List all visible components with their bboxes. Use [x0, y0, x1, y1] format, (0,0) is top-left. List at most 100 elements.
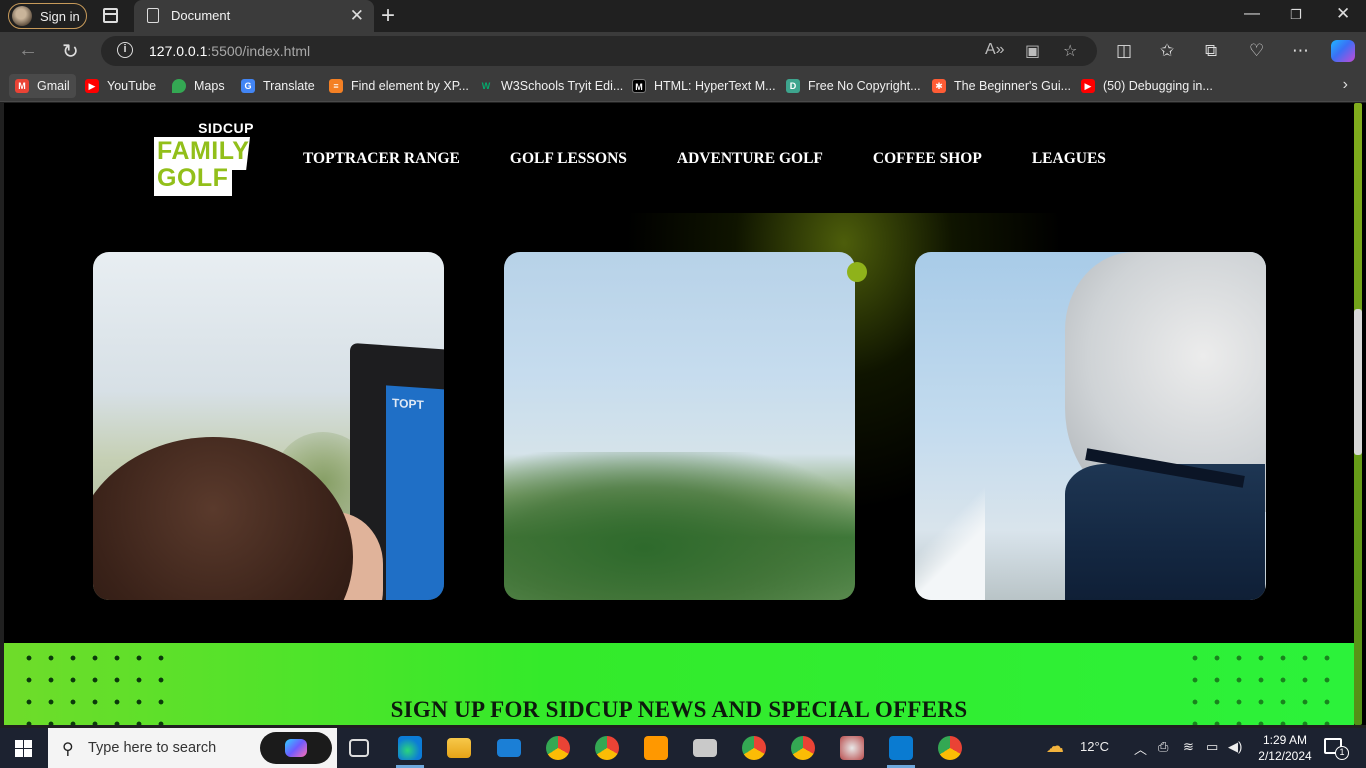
favorite-star-icon[interactable]: ☆	[1063, 41, 1077, 61]
gallery-image-golfer[interactable]	[915, 252, 1266, 600]
new-tab-icon[interactable]: +	[381, 2, 395, 30]
app-window-icon[interactable]	[693, 739, 717, 757]
edge-icon[interactable]	[398, 736, 422, 760]
bookmark-mdn-html[interactable]: M HTML: HyperText M...	[632, 77, 776, 95]
browser-essentials-icon[interactable]: ♡	[1249, 41, 1264, 61]
copilot-button[interactable]	[260, 732, 332, 764]
bookmark-label: Maps	[194, 79, 225, 93]
minimize-icon[interactable]: —	[1244, 5, 1260, 23]
url-text[interactable]: 127.0.0.1:5500/index.html	[149, 43, 310, 59]
translate-icon: G	[241, 79, 255, 93]
search-placeholder: Type here to search	[88, 740, 217, 756]
sublime-text-icon[interactable]	[644, 736, 668, 760]
reload-icon[interactable]: ↻	[62, 39, 79, 64]
chrome-profile-4-icon[interactable]	[791, 736, 815, 760]
main-nav: TOPTRACER RANGE GOLF LESSONS ADVENTURE G…	[303, 150, 1156, 168]
bookmark-youtube[interactable]: ▶ YouTube	[85, 77, 156, 95]
bookmark-debugging[interactable]: ▶ (50) Debugging in...	[1081, 77, 1213, 95]
chrome-profile-2-icon[interactable]	[595, 736, 619, 760]
hubspot-icon: ✱	[932, 79, 946, 93]
bookmark-translate[interactable]: G Translate	[241, 77, 315, 95]
youtube-icon: ▶	[1081, 79, 1095, 93]
bookmarks-bar: M Gmail ▶ YouTube Maps G Translate ≡ Find el…	[0, 70, 1366, 102]
free-music-icon: D	[786, 79, 800, 93]
battery-icon[interactable]: ▭	[1206, 739, 1218, 755]
net-structure	[915, 472, 985, 600]
meet-now-icon[interactable]: ⎙	[1158, 739, 1168, 755]
page-scrollbar[interactable]	[1354, 103, 1366, 725]
chevron-right-icon[interactable]: ›	[1343, 76, 1348, 94]
bookmark-label: (50) Debugging in...	[1103, 79, 1213, 93]
stackoverflow-icon: ≡	[329, 79, 343, 93]
more-options-icon[interactable]: ⋯	[1292, 41, 1309, 61]
site-info-icon[interactable]: i	[117, 42, 133, 58]
favorites-icon[interactable]: ✩	[1160, 41, 1174, 61]
bookmark-find-element[interactable]: ≡ Find element by XP...	[329, 77, 469, 95]
paint-icon[interactable]	[840, 736, 864, 760]
wifi-icon[interactable]: ≋	[1183, 739, 1194, 755]
logo-sidcup-text: SIDCUP	[198, 120, 254, 136]
nav-adventure-golf[interactable]: ADVENTURE GOLF	[677, 150, 823, 168]
task-view-icon[interactable]	[349, 739, 369, 757]
chrome-icon[interactable]	[938, 736, 962, 760]
chrome-profile-3-icon[interactable]	[742, 736, 766, 760]
app-available-icon[interactable]: ▣	[1025, 41, 1040, 61]
taskbar-search[interactable]: ⚲ Type here to search	[48, 728, 337, 768]
taskbar-clock[interactable]: 1:29 AM 2/12/2024	[1255, 732, 1315, 764]
notification-badge: 1	[1335, 746, 1349, 760]
copilot-icon[interactable]	[1331, 40, 1355, 62]
bookmark-gmail[interactable]: M Gmail	[9, 74, 76, 98]
volume-icon[interactable]: ◀)	[1228, 739, 1242, 755]
url-path: :5500/index.html	[207, 43, 311, 59]
chrome-profile-icon[interactable]	[546, 736, 570, 760]
notifications-icon[interactable]: 1	[1324, 738, 1349, 760]
page-viewport: SIDCUP FAMILY GOLF TOPTRACER RANGE GOLF …	[4, 103, 1354, 725]
bookmark-w3schools[interactable]: W W3Schools Tryit Edi...	[479, 77, 624, 95]
profile-avatar	[12, 6, 32, 26]
bookmark-label: Translate	[263, 79, 315, 93]
site-logo[interactable]: SIDCUP FAMILY GOLF	[154, 120, 254, 198]
browser-tab-strip: Sign in Document ✕ + — ❐ ✕	[0, 0, 1366, 32]
mail-icon[interactable]	[497, 739, 521, 757]
bookmark-free-no-copyright[interactable]: D Free No Copyright...	[786, 77, 921, 95]
tab-title: Document	[171, 8, 231, 23]
weather-icon[interactable]: ☁	[1046, 736, 1064, 757]
address-toolbar: ← ↻ i 127.0.0.1:5500/index.html A» ▣ ☆ ◫…	[0, 32, 1366, 70]
url-host: 127.0.0.1	[149, 43, 208, 59]
w3schools-icon: W	[481, 81, 491, 91]
collections-icon[interactable]: ⧉	[1205, 41, 1217, 61]
vscode-icon[interactable]	[889, 736, 913, 760]
read-aloud-icon[interactable]: A»	[985, 41, 1005, 59]
search-icon: ⚲	[62, 741, 74, 758]
address-bar[interactable]: i 127.0.0.1:5500/index.html A» ▣ ☆	[101, 36, 1097, 66]
nav-coffee-shop[interactable]: COFFEE SHOP	[873, 150, 982, 168]
close-tab-icon[interactable]: ✕	[350, 6, 364, 26]
split-screen-icon[interactable]: ◫	[1116, 41, 1132, 61]
nav-toptracer-range[interactable]: TOPTRACER RANGE	[303, 150, 460, 168]
file-explorer-icon[interactable]	[447, 738, 471, 758]
gallery-image-toptracer[interactable]: TOPT	[93, 252, 444, 600]
sign-in-button[interactable]: Sign in	[8, 3, 87, 29]
chevron-up-icon[interactable]: ︿	[1134, 739, 1147, 758]
scrollbar-thumb[interactable]	[1354, 309, 1362, 455]
windows-start-icon[interactable]	[15, 740, 32, 757]
nav-leagues[interactable]: LEAGUES	[1032, 150, 1106, 168]
gallery-image-range[interactable]	[504, 252, 855, 600]
copilot-icon	[285, 739, 307, 757]
bookmark-label: YouTube	[107, 79, 157, 93]
windows-taskbar: ⚲ Type here to search ☁ 12°C ︿ ⎙ ≋ ▭ ◀) …	[0, 728, 1366, 768]
bookmark-label: W3Schools Tryit Edi...	[501, 79, 624, 93]
tab-actions-icon[interactable]	[103, 8, 118, 23]
bookmark-beginners-guide[interactable]: ✱ The Beginner's Gui...	[932, 77, 1071, 95]
clock-date: 2/12/2024	[1258, 749, 1312, 763]
close-window-icon[interactable]: ✕	[1336, 4, 1350, 24]
nav-golf-lessons[interactable]: GOLF LESSONS	[510, 150, 627, 168]
screen-text: TOPT	[392, 395, 424, 412]
back-icon[interactable]: ←	[18, 39, 38, 62]
tab-document[interactable]: Document ✕	[134, 0, 374, 32]
carousel-dot[interactable]	[847, 262, 867, 282]
sign-in-label: Sign in	[40, 8, 80, 24]
weather-temp[interactable]: 12°C	[1080, 739, 1109, 754]
restore-icon[interactable]: ❐	[1290, 7, 1302, 23]
bookmark-maps[interactable]: Maps	[172, 77, 225, 95]
